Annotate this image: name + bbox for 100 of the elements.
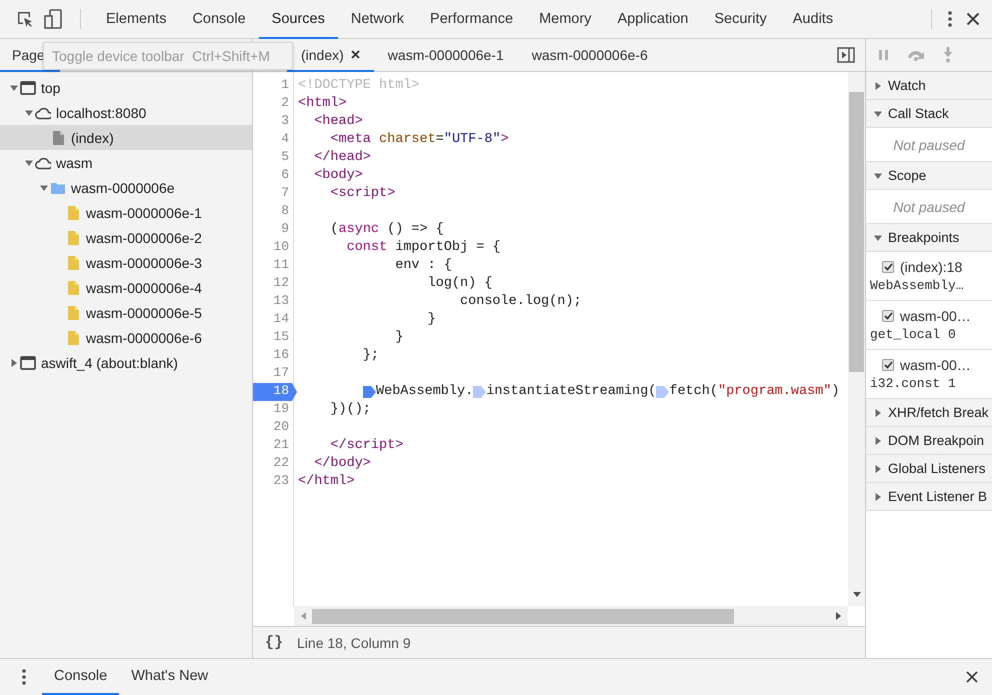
- horizontal-scrollbar[interactable]: [294, 606, 848, 626]
- breakpoint-item[interactable]: (index):18 WebAssembly…: [866, 252, 992, 301]
- breakpoint-marker-icon[interactable]: [363, 386, 376, 398]
- device-icon[interactable]: [44, 9, 62, 29]
- expand-triangle-icon[interactable]: [10, 358, 18, 366]
- panel-tab[interactable]: Network: [338, 0, 418, 39]
- breakpoint-marker-icon[interactable]: [473, 386, 486, 398]
- code-token: =: [436, 131, 444, 149]
- section-header[interactable]: Call Stack: [866, 100, 992, 128]
- panel-tab[interactable]: Elements: [93, 0, 180, 39]
- tree-item[interactable]: aswift_4 (about:blank): [0, 350, 252, 375]
- breakpoint-item[interactable]: wasm-00… get_local 0: [866, 301, 992, 350]
- code-token: <body>: [313, 167, 363, 185]
- triangle-icon[interactable]: [874, 82, 882, 90]
- triangle-icon[interactable]: [874, 110, 882, 118]
- panel-tab[interactable]: Console: [179, 0, 259, 39]
- code-token: fetch(: [669, 383, 718, 401]
- check-icon: [884, 263, 892, 271]
- code-token: >: [500, 131, 509, 149]
- section-header[interactable]: Event Listener B: [866, 483, 992, 511]
- section-header[interactable]: DOM Breakpoin: [866, 427, 992, 455]
- section-header[interactable]: Breakpoints: [866, 224, 992, 252]
- expand-triangle-icon[interactable]: [40, 184, 48, 192]
- code-token: </html>: [298, 473, 355, 491]
- toggle-debugger-icon[interactable]: [837, 47, 855, 63]
- checkbox[interactable]: [882, 359, 894, 371]
- code-token: <meta: [329, 131, 372, 149]
- file-tab[interactable]: wasm-0000006e-6: [518, 39, 662, 72]
- code-token: WebAssembly.: [376, 383, 474, 401]
- triangle-icon[interactable]: [874, 436, 882, 444]
- breakpoint-location: (index):18: [900, 259, 962, 275]
- tree-item[interactable]: wasm-0000006e-2: [0, 225, 252, 250]
- file-icon: [65, 280, 81, 296]
- triangle-icon[interactable]: [874, 172, 882, 180]
- triangle-icon[interactable]: [874, 408, 882, 416]
- inspect-icon[interactable]: [16, 10, 34, 28]
- tree-item[interactable]: wasm-0000006e: [0, 175, 252, 200]
- close-icon[interactable]: [350, 50, 360, 59]
- close-icon[interactable]: [966, 12, 980, 26]
- expand-triangle-icon[interactable]: [25, 158, 33, 166]
- file-icon: [65, 330, 81, 346]
- code-token: console.log(n);: [459, 293, 582, 311]
- panel-tab[interactable]: Audits: [780, 0, 846, 39]
- code-token: };: [362, 347, 380, 365]
- more-icon[interactable]: [948, 11, 952, 27]
- code-token: log(n) {: [426, 275, 492, 293]
- code-token: charset: [379, 131, 436, 149]
- checkbox[interactable]: [882, 310, 894, 322]
- code-token: const: [346, 239, 388, 257]
- code-token: }: [426, 311, 436, 329]
- tree-item[interactable]: wasm-0000006e-5: [0, 300, 252, 325]
- breakpoint-marker-icon[interactable]: [656, 386, 670, 398]
- cursor-position: Line 18, Column 9: [297, 634, 411, 650]
- code-token: <head>: [313, 113, 363, 131]
- code-token: })();: [329, 401, 371, 419]
- checkbox[interactable]: [882, 261, 894, 273]
- breakpoint-location: wasm-00…: [900, 357, 971, 373]
- tree-item[interactable]: (index): [0, 125, 252, 150]
- close-icon[interactable]: [966, 671, 978, 683]
- code-token: ): [831, 383, 840, 401]
- tree-item[interactable]: top: [0, 75, 252, 100]
- file-icon: [50, 130, 66, 146]
- tree-item[interactable]: localhost:8080: [0, 100, 252, 125]
- code-token: }: [394, 329, 404, 347]
- file-tab[interactable]: wasm-0000006e-1: [374, 39, 518, 72]
- breakpoint-code: get_local 0: [870, 327, 957, 342]
- triangle-icon[interactable]: [874, 464, 882, 472]
- scroll-right-icon[interactable]: [836, 612, 842, 620]
- tree-item[interactable]: wasm-0000006e-4: [0, 275, 252, 300]
- panel-tab[interactable]: Application: [604, 0, 702, 39]
- more-icon[interactable]: [22, 669, 26, 685]
- breakpoint-line-number[interactable]: 18: [253, 383, 297, 401]
- panel-tab[interactable]: Security: [701, 0, 780, 39]
- drawer-tab[interactable]: What's New: [119, 659, 220, 695]
- tree-item[interactable]: wasm-0000006e-1: [0, 200, 252, 225]
- code-token: "program.wasm": [718, 383, 832, 401]
- section-header[interactable]: Global Listeners: [866, 455, 992, 483]
- tree-item[interactable]: wasm: [0, 150, 252, 175]
- vertical-scrollbar[interactable]: [848, 72, 865, 606]
- tree-item[interactable]: wasm-0000006e-6: [0, 325, 252, 350]
- frame-icon: [20, 354, 36, 370]
- drawer-tab[interactable]: Console: [42, 659, 120, 695]
- triangle-icon[interactable]: [874, 492, 882, 500]
- section-header[interactable]: Scope: [866, 162, 992, 190]
- tooltip: Toggle device toolbar Ctrl+Shift+M: [43, 42, 293, 70]
- scroll-down-icon[interactable]: [852, 592, 860, 598]
- file-icon: [65, 204, 81, 220]
- expand-triangle-icon[interactable]: [10, 84, 18, 92]
- expand-triangle-icon[interactable]: [25, 108, 33, 116]
- code-token: env : {: [394, 257, 452, 275]
- code-token: instantiateStreaming(: [486, 383, 656, 401]
- section-header[interactable]: XHR/fetch Break: [866, 399, 992, 427]
- section-header[interactable]: Watch: [866, 72, 992, 100]
- panel-tab[interactable]: Memory: [526, 0, 604, 39]
- file-tab[interactable]: (index): [287, 39, 374, 72]
- tree-item[interactable]: wasm-0000006e-3: [0, 250, 252, 275]
- check-icon: [884, 361, 892, 369]
- panel-tab[interactable]: Performance: [417, 0, 526, 39]
- triangle-icon[interactable]: [874, 234, 882, 242]
- pretty-print-button[interactable]: {}: [265, 634, 284, 651]
